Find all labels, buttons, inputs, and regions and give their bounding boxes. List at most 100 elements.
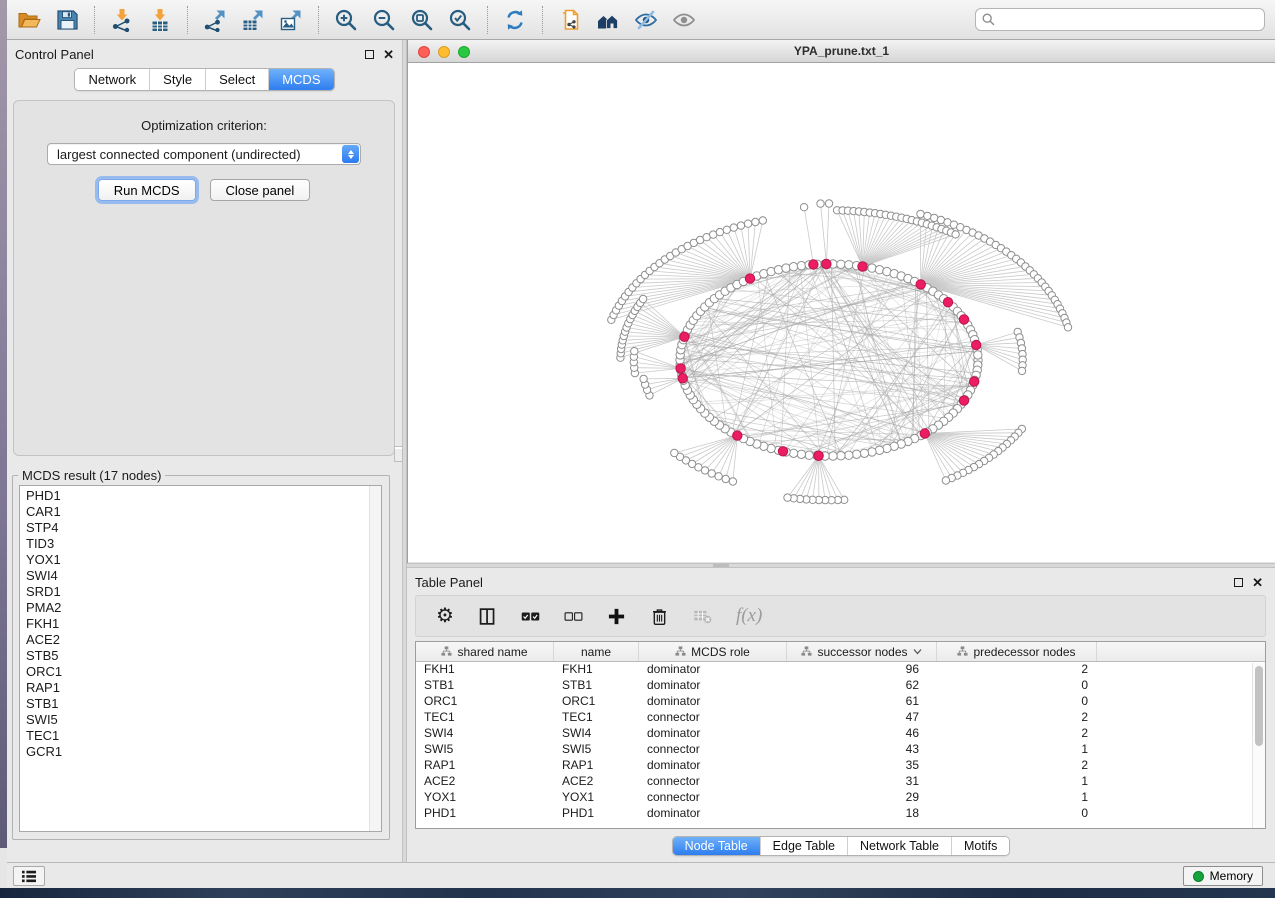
tab-network-table[interactable]: Network Table [847,837,951,855]
unchecked-boxes-icon [564,607,583,626]
list-item[interactable]: ORC1 [20,664,381,680]
table-row[interactable]: STB1STB1dominator620 [416,678,1265,694]
close-panel-icon[interactable]: ✕ [383,50,394,59]
hide-selected-button[interactable] [631,5,661,35]
scrollbar-thumb[interactable] [1255,666,1263,746]
list-item[interactable]: TEC1 [20,728,381,744]
tab-mcds[interactable]: MCDS [268,69,333,90]
list-item[interactable]: SWI5 [20,712,381,728]
minimize-window-icon[interactable] [438,46,450,58]
table-settings-button[interactable]: ⚙ [436,604,454,628]
tab-edge-table[interactable]: Edge Table [760,837,847,855]
list-item[interactable]: PHD1 [20,486,381,504]
list-item[interactable]: SWI4 [20,568,381,584]
delete-columns-button[interactable] [650,604,669,628]
table-row[interactable]: PHD1PHD1dominator180 [416,806,1265,822]
clone-network-button[interactable] [555,5,585,35]
export-table-button[interactable] [238,5,268,35]
show-columns-button[interactable] [478,604,497,628]
table-cell: 29 [787,790,937,806]
show-all-networks-button[interactable] [593,5,623,35]
export-image-button[interactable] [276,5,306,35]
maximize-window-icon[interactable] [458,46,470,58]
table-row[interactable]: YOX1YOX1connector291 [416,790,1265,806]
table-cell: dominator [639,726,787,742]
table-row[interactable]: ACE2ACE2connector311 [416,774,1265,790]
run-mcds-button[interactable]: Run MCDS [98,179,196,201]
close-panel-button[interactable]: Close panel [210,179,311,201]
column-header-MCDS-role[interactable]: MCDS role [639,642,787,661]
create-column-button[interactable] [607,604,626,628]
zoom-out-button[interactable] [369,5,399,35]
table-cell: dominator [639,678,787,694]
list-item[interactable]: RAP1 [20,680,381,696]
column-header-predecessor-nodes[interactable]: predecessor nodes [937,642,1097,661]
tab-motifs[interactable]: Motifs [951,837,1009,855]
list-item[interactable]: ACE2 [20,632,381,648]
table-row[interactable]: SWI5SWI5connector431 [416,742,1265,758]
table-cell: RAP1 [554,758,639,774]
column-header-successor-nodes[interactable]: successor nodes [787,642,937,661]
list-item[interactable]: STP4 [20,520,381,536]
table-panel: Table Panel ✕ ⚙ [407,568,1275,862]
save-session-button[interactable] [52,5,82,35]
network-graph[interactable] [408,63,1275,562]
apply-function-button[interactable]: f(x) [736,604,762,628]
table-row[interactable]: RAP1RAP1dominator352 [416,758,1265,774]
float-panel-icon[interactable] [365,50,374,59]
table-scrollbar[interactable] [1252,663,1265,828]
list-item[interactable]: CAR1 [20,504,381,520]
delete-table-button[interactable] [693,604,712,628]
tab-style[interactable]: Style [149,69,205,90]
desktop-wallpaper-bottom [0,888,1275,898]
network-canvas[interactable] [408,63,1275,562]
list-item[interactable]: TID3 [20,536,381,552]
list-item[interactable]: STB5 [20,648,381,664]
list-item[interactable]: SRD1 [20,584,381,600]
refresh-network-button[interactable] [500,5,530,35]
close-panel-icon[interactable]: ✕ [1252,578,1263,587]
list-item[interactable]: FKH1 [20,616,381,632]
task-history-button[interactable] [13,866,45,886]
float-panel-icon[interactable] [1234,578,1243,587]
open-session-button[interactable] [14,5,44,35]
show-hidden-button[interactable] [669,5,699,35]
mcds-result-list[interactable]: PHD1CAR1STP4TID3YOX1SWI4SRD1PMA2FKH1ACE2… [19,485,382,832]
mcds-list-scrollbar[interactable] [369,486,381,831]
splitter-grip-icon[interactable] [394,446,403,462]
table-cell: ACE2 [416,774,554,790]
export-network-button[interactable] [200,5,230,35]
table-cell: YOX1 [416,790,554,806]
table-row[interactable]: FKH1FKH1dominator962 [416,662,1265,678]
table-row[interactable]: SWI4SWI4dominator462 [416,726,1265,742]
fx-icon: f(x) [736,605,762,627]
column-header-shared-name[interactable]: shared name [416,642,554,661]
tab-select[interactable]: Select [205,69,268,90]
select-all-rows-button[interactable] [521,604,540,628]
search-input[interactable] [975,8,1265,31]
list-item[interactable]: YOX1 [20,552,381,568]
zoom-selected-button[interactable] [445,5,475,35]
import-network-button[interactable] [107,5,137,35]
list-item[interactable]: PMA2 [20,600,381,616]
list-item[interactable]: GCR1 [20,744,381,760]
close-window-icon[interactable] [418,46,430,58]
zoom-selected-icon [448,8,472,32]
table-row[interactable]: ORC1ORC1dominator610 [416,694,1265,710]
splitter-grip-icon[interactable] [713,564,729,567]
tab-node-table[interactable]: Node Table [673,837,760,855]
column-header-name[interactable]: name [554,642,639,661]
memory-button[interactable]: Memory [1183,866,1263,886]
column-header-filler [1097,642,1265,661]
optimization-criterion-select[interactable]: largest connected component (undirected) [47,143,361,165]
zoom-fit-button[interactable] [407,5,437,35]
list-item[interactable]: STB1 [20,696,381,712]
import-table-button[interactable] [145,5,175,35]
zoom-in-button[interactable] [331,5,361,35]
control-panel-tabbar: NetworkStyleSelectMCDS [74,68,334,91]
tab-network[interactable]: Network [75,69,149,90]
table-cell: SWI4 [416,726,554,742]
deselect-all-rows-button[interactable] [564,604,583,628]
network-view-titlebar[interactable]: YPA_prune.txt_1 [408,40,1275,63]
table-row[interactable]: TEC1TEC1connector472 [416,710,1265,726]
